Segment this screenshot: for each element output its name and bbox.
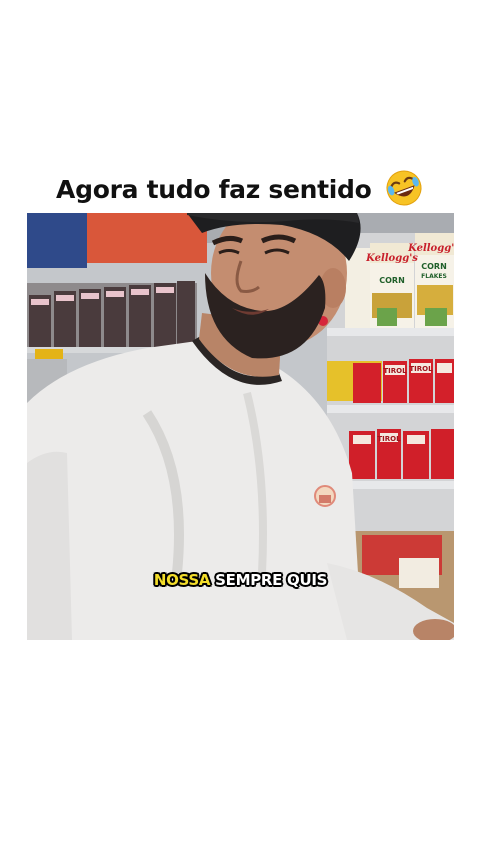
tirol-label-1: TIROL [383,367,407,375]
flakes-text: FLAKES [421,273,447,280]
video-subtitle: NOSSA SEMPRE QUIS [27,571,454,589]
subtitle-word: SEMPRE [215,571,283,589]
subtitle-word-highlighted: NOSSA [153,571,211,589]
tirol-label-3: TIROL [377,435,401,443]
bottom-whitespace [0,640,480,854]
rolling-laughing-emoji-icon [384,168,424,208]
caption-text: Agora tudo faz sentido [56,175,372,204]
subtitle-word: QUIS [287,571,328,589]
corn-text-2: CORN [421,262,447,271]
video-frame[interactable]: Kellogg's Kellogg's CORN CORN FLAKES TIR… [27,213,454,640]
kelloggs-brand-text-1: Kellogg's [365,253,418,264]
tirol-label-2: TIROL [409,365,433,373]
corn-text-1: CORN [379,276,405,285]
video-caption: Agora tudo faz sentido [0,168,480,208]
kelloggs-brand-text-2: Kellogg's [407,243,454,254]
